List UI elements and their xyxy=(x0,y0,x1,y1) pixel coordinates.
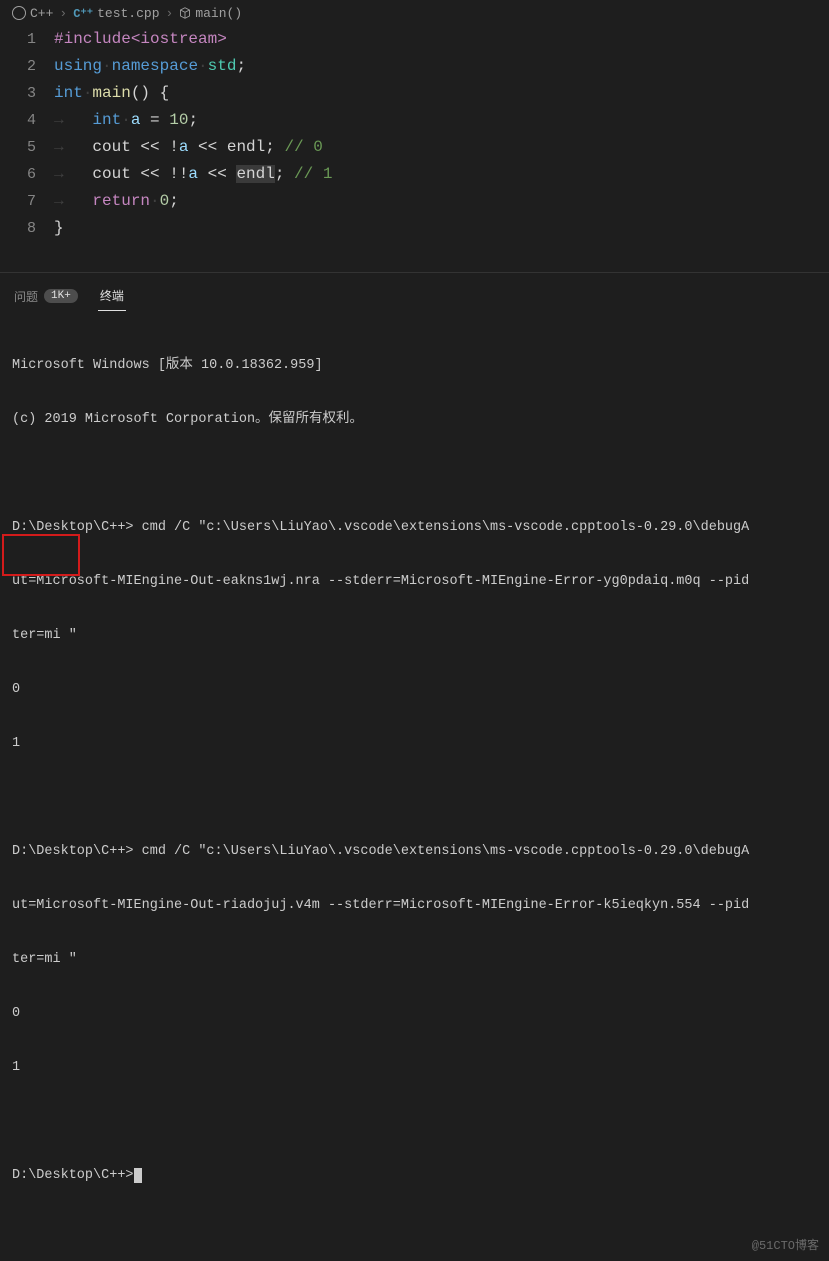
breadcrumb-symbol-label: main() xyxy=(195,6,242,21)
code-line: → cout << !!a << endl; // 1 xyxy=(54,161,829,188)
terminal-prompt: D:\Desktop\C++> xyxy=(12,1167,817,1185)
panel-tabs: 问题 1K+ 终端 xyxy=(0,279,829,311)
watermark-label: @51CTO博客 xyxy=(752,1237,819,1255)
terminal-line: ut=Microsoft-MIEngine-Out-riadojuj.v4m -… xyxy=(12,897,817,915)
terminal-line: 0 xyxy=(12,681,817,699)
code-line: → return·0; xyxy=(54,188,829,215)
breadcrumb-lang[interactable]: C++ xyxy=(12,6,53,21)
line-number: 7 xyxy=(0,188,36,215)
cursor-icon xyxy=(134,1168,142,1183)
code-line: int·main() { xyxy=(54,80,829,107)
line-number: 4 xyxy=(0,107,36,134)
line-gutter: 1 2 3 4 5 6 7 8 xyxy=(0,26,54,242)
code-line: → cout << !a << endl; // 0 xyxy=(54,134,829,161)
terminal-line: 1 xyxy=(12,735,817,753)
tab-terminal[interactable]: 终端 xyxy=(98,283,126,311)
terminal-line: Microsoft Windows [版本 10.0.18362.959] xyxy=(12,357,817,375)
tab-problems[interactable]: 问题 1K+ xyxy=(12,284,80,311)
line-number: 2 xyxy=(0,53,36,80)
terminal-line: ter=mi " xyxy=(12,627,817,645)
terminal-line xyxy=(12,465,817,483)
breadcrumb: C++ › C⁺⁺ test.cpp › main() xyxy=(0,0,829,26)
code-line: } xyxy=(54,215,829,242)
breadcrumb-symbol[interactable]: main() xyxy=(179,6,242,21)
circle-icon xyxy=(12,6,26,20)
line-number: 5 xyxy=(0,134,36,161)
code-content[interactable]: #include<iostream> using·namespace·std; … xyxy=(54,26,829,242)
tab-terminal-label: 终端 xyxy=(100,287,124,304)
terminal-line: 1 xyxy=(12,1059,817,1077)
code-line: #include<iostream> xyxy=(54,26,829,53)
highlight-box xyxy=(2,534,80,576)
code-line: → int·a = 10; xyxy=(54,107,829,134)
terminal-line: (c) 2019 Microsoft Corporation。保留所有权利。 xyxy=(12,411,817,429)
terminal-line: D:\Desktop\C++> cmd /C "c:\Users\LiuYao\… xyxy=(12,843,817,861)
bottom-panel: 问题 1K+ 终端 Microsoft Windows [版本 10.0.183… xyxy=(0,272,829,1261)
line-number: 6 xyxy=(0,161,36,188)
line-number: 8 xyxy=(0,215,36,242)
terminal-output[interactable]: Microsoft Windows [版本 10.0.18362.959] (c… xyxy=(0,311,829,1261)
breadcrumb-file[interactable]: C⁺⁺ test.cpp xyxy=(73,6,159,21)
problems-count-badge: 1K+ xyxy=(44,289,78,303)
chevron-right-icon: › xyxy=(59,6,67,21)
terminal-line: 0 xyxy=(12,1005,817,1023)
cpp-icon: C⁺⁺ xyxy=(73,6,93,21)
terminal-line: ut=Microsoft-MIEngine-Out-eakns1wj.nra -… xyxy=(12,573,817,591)
terminal-line: D:\Desktop\C++> cmd /C "c:\Users\LiuYao\… xyxy=(12,519,817,537)
line-number: 3 xyxy=(0,80,36,107)
code-line: using·namespace·std; xyxy=(54,53,829,80)
terminal-line: ter=mi " xyxy=(12,951,817,969)
chevron-right-icon: › xyxy=(166,6,174,21)
cube-icon xyxy=(179,7,191,19)
terminal-line xyxy=(12,789,817,807)
line-number: 1 xyxy=(0,26,36,53)
terminal-line xyxy=(12,1113,817,1131)
tab-problems-label: 问题 xyxy=(14,288,38,305)
breadcrumb-file-label: test.cpp xyxy=(97,6,159,21)
code-editor[interactable]: 1 2 3 4 5 6 7 8 #include<iostream> using… xyxy=(0,26,829,272)
breadcrumb-lang-label: C++ xyxy=(30,6,53,21)
